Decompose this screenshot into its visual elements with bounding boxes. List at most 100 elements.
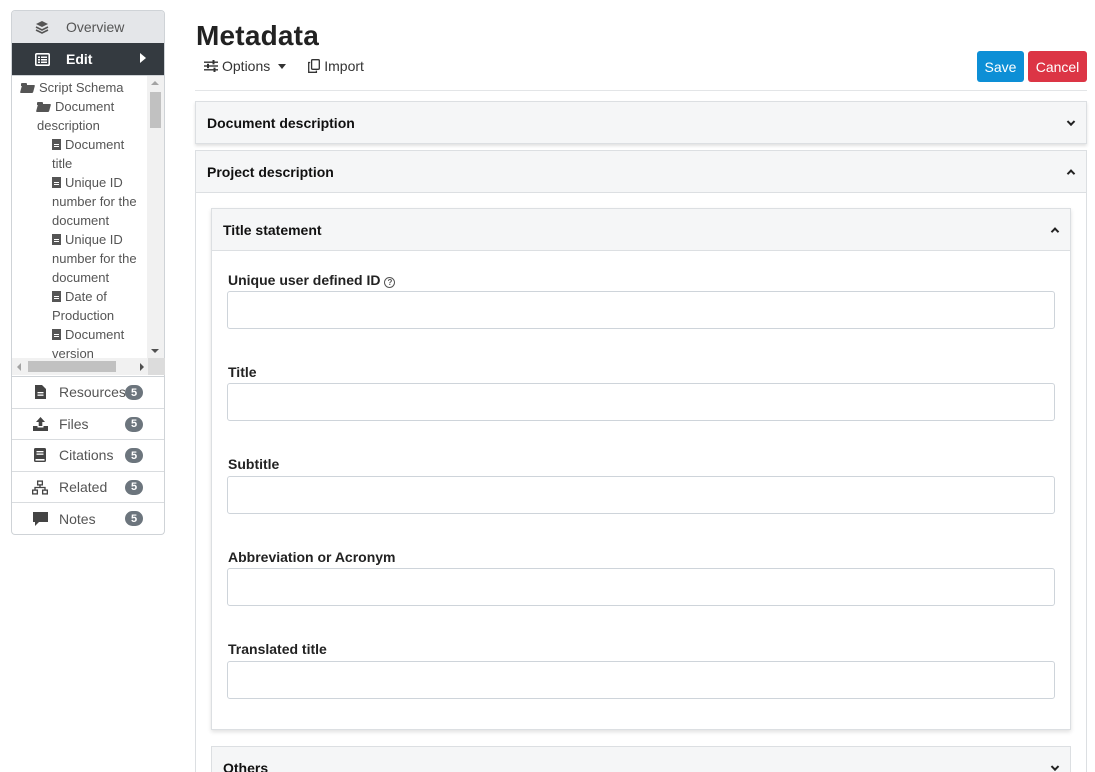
copy-icon: [308, 59, 321, 73]
sidebar-item-notes[interactable]: Notes 5: [12, 502, 164, 534]
field-label-text: Unique user defined ID: [228, 272, 381, 288]
tree-node-file[interactable]: Document title: [12, 135, 148, 173]
sidebar-item-edit[interactable]: Edit: [12, 43, 164, 75]
tree-node-label: Unique ID number for the document: [52, 175, 137, 228]
sidebar-item-files[interactable]: Files 5: [12, 407, 164, 440]
scrollbar-thumb[interactable]: [150, 92, 161, 128]
scroll-right-arrow-icon[interactable]: [140, 363, 144, 371]
sidebar-item-label: Files: [59, 415, 89, 432]
tree-node-label: Date of Production: [52, 289, 115, 323]
scroll-left-arrow-icon[interactable]: [17, 363, 21, 371]
file-icon: [52, 177, 61, 188]
subsection-header[interactable]: Others: [212, 747, 1070, 772]
folder-open-icon: [21, 83, 36, 93]
upload-icon: [32, 416, 48, 431]
chevron-down-icon[interactable]: [1066, 117, 1076, 126]
scrollbar-thumb[interactable]: [28, 361, 116, 372]
abbreviation-label: Abbreviation or Acronym: [228, 549, 396, 565]
count-badge: 5: [125, 511, 143, 527]
tree-horizontal-scrollbar[interactable]: [12, 358, 148, 375]
sidebar-item-citations[interactable]: Citations 5: [12, 439, 164, 471]
options-label: Options: [222, 58, 271, 74]
translated-title-input[interactable]: [227, 661, 1055, 699]
main-content: Metadata Options Import Save Cancel Docu…: [195, 0, 1087, 772]
subtitle-input[interactable]: [227, 476, 1055, 514]
section-project-description: Project description Title statement Uniq…: [195, 150, 1087, 772]
section-document-description: Document description: [195, 101, 1087, 144]
save-button[interactable]: Save: [977, 51, 1024, 82]
count-badge: 5: [125, 385, 143, 400]
file-icon: [52, 329, 61, 340]
file-icon: [52, 139, 61, 150]
sidebar-item-label: Citations: [59, 447, 114, 464]
abbreviation-input[interactable]: [227, 568, 1055, 606]
subsection-others: Others: [211, 746, 1071, 772]
help-icon[interactable]: ?: [384, 277, 396, 288]
sidebar-item-label: Resources: [59, 384, 126, 401]
tree-node-file[interactable]: Document version: [12, 325, 148, 358]
sidebar-item-label: Related: [59, 479, 108, 496]
chevron-down-icon[interactable]: [1050, 762, 1060, 772]
tree-node-label: Document version: [52, 327, 125, 358]
subtitle-label: Subtitle: [228, 456, 280, 472]
schema-tree: Script Schema Document description Docum…: [12, 76, 148, 358]
toolbar: Options Import: [204, 58, 386, 74]
section-title: Document description: [207, 114, 355, 131]
page-title: Metadata: [196, 20, 319, 51]
subsection-title: Title statement: [223, 221, 322, 238]
tree-node-folder[interactable]: Document description: [12, 97, 148, 135]
import-button[interactable]: Import: [308, 58, 364, 74]
tree-node-label: Document title: [52, 137, 125, 171]
section-header[interactable]: Document description: [196, 102, 1086, 143]
count-badge: 5: [125, 448, 143, 464]
count-badge: 5: [125, 416, 143, 432]
sidebar-item-related[interactable]: Related 5: [12, 470, 164, 503]
tree-node-folder[interactable]: Script Schema: [12, 78, 148, 97]
count-badge: 5: [125, 479, 143, 495]
chevron-up-icon[interactable]: [1050, 226, 1060, 236]
scrollbar-corner: [148, 358, 165, 375]
tree-vertical-scrollbar[interactable]: [147, 76, 164, 358]
sidebar-item-label: Overview: [66, 19, 125, 35]
sitemap-icon: [32, 480, 48, 495]
chevron-up-icon[interactable]: [1066, 168, 1076, 178]
title-label: Title: [228, 364, 257, 380]
file-icon: [32, 385, 48, 400]
unique-id-input[interactable]: [227, 291, 1055, 329]
options-dropdown-button[interactable]: Options: [204, 58, 287, 74]
caret-down-icon: [278, 63, 287, 69]
file-icon: [52, 234, 61, 245]
sidebar-top-nav: Overview Edit: [11, 10, 165, 76]
comment-icon: [32, 511, 48, 526]
subsection-title-statement: Title statement Unique user defined ID? …: [211, 208, 1071, 730]
scroll-down-arrow-icon[interactable]: [151, 349, 159, 353]
tree-node-file[interactable]: Date of Production: [12, 287, 148, 325]
scroll-up-arrow-icon[interactable]: [151, 81, 159, 85]
tree-node-file[interactable]: Unique ID number for the document: [12, 230, 148, 287]
divider: [195, 90, 1087, 91]
sidebar: Overview Edit Script Schema Document des…: [11, 10, 165, 535]
subsection-title: Others: [223, 760, 269, 772]
section-header[interactable]: Project description: [196, 151, 1086, 193]
list-alt-icon: [34, 51, 50, 67]
file-icon: [52, 291, 61, 302]
sliders-icon: [204, 60, 218, 72]
sidebar-bottom-nav: Resources 5 Files 5 Citations 5 Related …: [11, 376, 165, 535]
subsection-header[interactable]: Title statement: [212, 209, 1070, 251]
import-label: Import: [324, 58, 364, 74]
caret-right-icon: [140, 53, 146, 63]
tree-node-file[interactable]: Unique ID number for the document: [12, 173, 148, 230]
sidebar-item-overview[interactable]: Overview: [12, 11, 164, 43]
layers-icon: [34, 19, 50, 35]
sidebar-item-label: Edit: [66, 51, 93, 67]
schema-tree-panel: Script Schema Document description Docum…: [11, 76, 165, 376]
book-icon: [32, 448, 48, 463]
unique-id-label: Unique user defined ID?: [228, 272, 396, 288]
tree-node-label: Script Schema: [39, 80, 124, 95]
section-title: Project description: [207, 163, 334, 180]
folder-open-icon: [37, 102, 52, 112]
cancel-button[interactable]: Cancel: [1028, 51, 1087, 82]
title-input[interactable]: [227, 383, 1055, 421]
translated-title-label: Translated title: [228, 641, 327, 657]
sidebar-item-resources[interactable]: Resources 5: [12, 376, 164, 408]
